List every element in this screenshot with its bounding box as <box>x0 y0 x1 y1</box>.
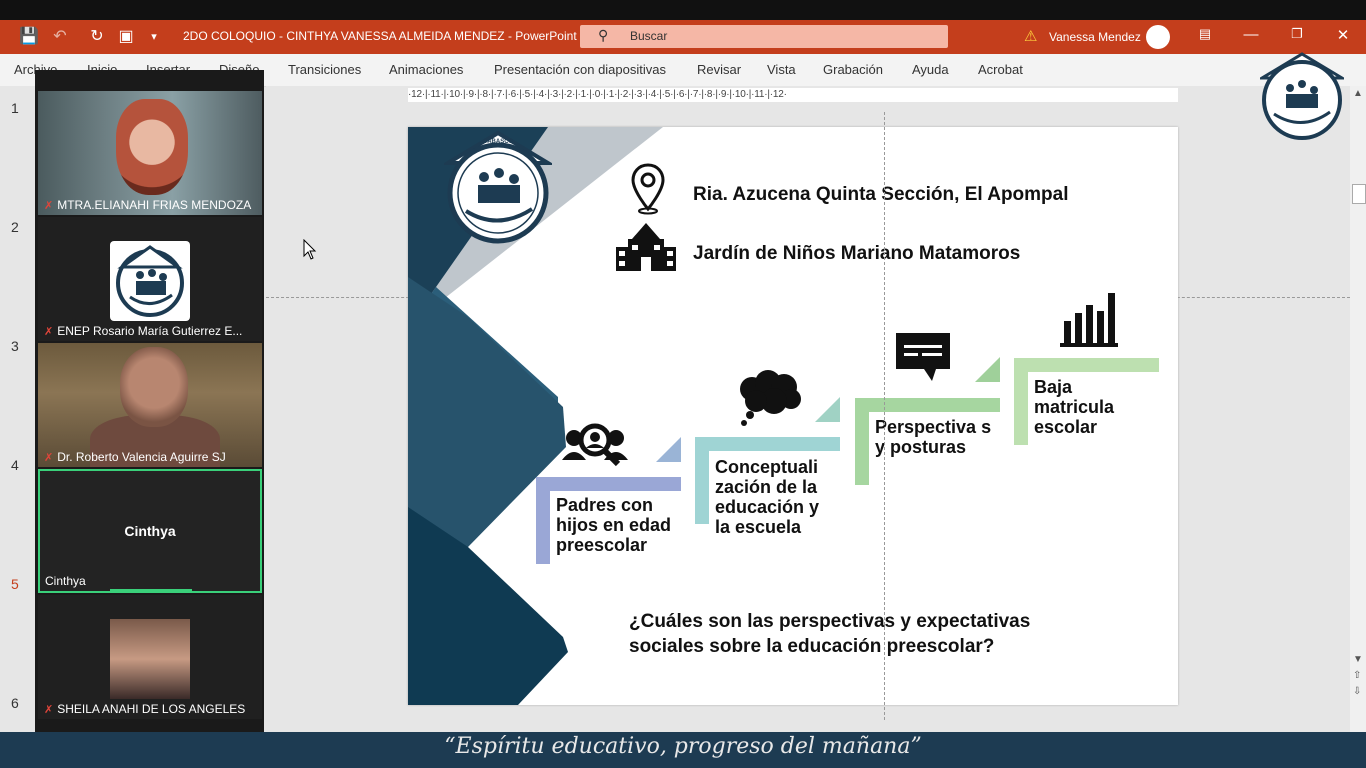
parents-search-icon <box>562 423 628 467</box>
search-icon: ⚲ <box>598 27 609 43</box>
speech-bubble-icon <box>896 333 950 381</box>
scroll-up-icon[interactable]: ▲ <box>1353 88 1363 99</box>
redo-icon[interactable]: ↻ <box>87 27 107 47</box>
tab-vista[interactable]: Vista <box>767 62 796 77</box>
avatar[interactable] <box>1146 25 1170 49</box>
present-icon[interactable]: ▣ <box>116 27 136 47</box>
participant-label: Cinthya <box>45 574 86 588</box>
muted-mic-icon: ✗ <box>44 326 54 338</box>
tab-grabacion[interactable]: Grabación <box>823 62 883 77</box>
participant-name-center: Cinthya <box>124 523 176 539</box>
participant-face <box>116 99 188 195</box>
slide-number[interactable]: 1 <box>11 100 19 116</box>
step-text-4: Baja matricula escolar <box>1034 377 1115 437</box>
question-text: ¿Cuáles son las perspectivas y expectati… <box>629 611 1031 657</box>
customize-toolbar-icon[interactable]: ▾ <box>144 27 164 47</box>
corner-logo <box>1260 52 1344 140</box>
thought-bubble-icon <box>740 370 801 426</box>
participant-name: MTRA.ELIANAHI FRIAS MENDOZA <box>57 198 252 212</box>
participant-tile[interactable]: ✗ ENEP Rosario María Gutierrez E... <box>38 217 262 341</box>
slide-number-current[interactable]: 5 <box>11 576 19 592</box>
minimize-icon[interactable]: — <box>1236 26 1266 43</box>
muted-mic-icon: ✗ <box>44 452 54 464</box>
scroll-thumb[interactable] <box>1352 184 1366 204</box>
ruler-marks: ·12·|·11·|·10·|·9·|·8·|·7·|·6·|·5·|·4·|·… <box>408 89 787 100</box>
step-text-3: Perspectiva s y posturas <box>875 417 992 457</box>
document-title: 2DO COLOQUIO - CINTHYA VANESSA ALMEIDA M… <box>183 29 577 43</box>
tab-revisar[interactable]: Revisar <box>697 62 741 77</box>
slide-number[interactable]: 3 <box>11 338 19 354</box>
vertical-guide[interactable] <box>884 112 885 720</box>
muted-mic-icon: ✗ <box>44 704 54 716</box>
next-slide-icon[interactable]: ⇩ <box>1353 686 1361 697</box>
participant-name: SHEILA ANAHI DE LOS ANGELES <box>57 702 246 716</box>
user-name[interactable]: Vanessa Mendez <box>1049 30 1141 44</box>
horizontal-ruler: ·12·|·11·|·10·|·9·|·8·|·7·|·6·|·5·|·4·|·… <box>408 88 1178 102</box>
close-icon[interactable]: ✕ <box>1328 26 1358 44</box>
top-strip <box>0 0 1366 20</box>
participant-face <box>120 347 188 427</box>
scroll-down-icon[interactable]: ▼ <box>1353 654 1363 665</box>
warning-icon[interactable]: ⚠ <box>1024 27 1037 45</box>
participant-name: Dr. Roberto Valencia Aguirre SJ <box>57 450 226 464</box>
slide-number[interactable]: 4 <box>11 457 19 473</box>
slide-number[interactable]: 2 <box>11 219 19 235</box>
mouse-cursor-icon <box>303 239 317 260</box>
participant-tile[interactable]: ✗ MTRA.ELIANAHI FRIAS MENDOZA <box>38 91 262 215</box>
muted-mic-icon: ✗ <box>44 200 54 212</box>
video-call-panel: ✗ MTRA.ELIANAHI FRIAS MENDOZA ✗ ENEP Rosar… <box>35 70 264 732</box>
step-text-2: Conceptuali zación de la educación y la … <box>715 457 820 537</box>
bar-chart-icon <box>1060 293 1118 347</box>
participant-tile-active[interactable]: Cinthya Cinthya <box>38 469 262 593</box>
tab-transiciones[interactable]: Transiciones <box>288 62 361 77</box>
participant-name: ENEP Rosario María Gutierrez E... <box>57 324 243 338</box>
search-input[interactable]: ⚲ Buscar <box>580 25 948 48</box>
save-icon[interactable]: 💾 <box>19 27 39 47</box>
tab-animaciones[interactable]: Animaciones <box>389 62 463 77</box>
ribbon-display-icon[interactable]: ▤ <box>1190 26 1220 42</box>
bottom-banner: “Espíritu educativo, progreso del mañana… <box>0 732 1366 768</box>
undo-icon[interactable]: ↶ <box>50 27 70 47</box>
tab-presentacion[interactable]: Presentación con diapositivas <box>494 62 666 77</box>
tab-acrobat[interactable]: Acrobat <box>978 62 1023 77</box>
restore-icon[interactable]: ❐ <box>1282 26 1312 42</box>
previous-slide-icon[interactable]: ⇧ <box>1353 670 1361 681</box>
speaking-indicator <box>110 589 192 591</box>
slide[interactable]: TABASCO Ria. Azucena Quinta Sección, El … <box>408 127 1178 705</box>
vertical-scrollbar[interactable]: ▲ ▼ ⇧ ⇩ <box>1350 86 1366 732</box>
title-bar: 💾 ↶ ↻ ▣ ▾ 2DO COLOQUIO - CINTHYA VANESSA… <box>0 20 1366 54</box>
step-text-1: Padres con hijos en edad preescolar <box>556 495 672 555</box>
participant-tile[interactable]: ✗ Dr. Roberto Valencia Aguirre SJ <box>38 343 262 467</box>
tab-ayuda[interactable]: Ayuda <box>912 62 949 77</box>
slide-thumbnail-pane[interactable]: 1 2 3 4 5 6 <box>0 86 36 732</box>
slide-number[interactable]: 6 <box>11 695 19 711</box>
search-placeholder: Buscar <box>630 29 668 43</box>
enep-logo <box>110 241 190 321</box>
participant-photo <box>110 619 190 699</box>
participant-tile[interactable]: ✗ SHEILA ANAHI DE LOS ANGELES <box>38 595 262 719</box>
banner-text: “Espíritu educativo, progreso del mañana… <box>444 734 922 759</box>
